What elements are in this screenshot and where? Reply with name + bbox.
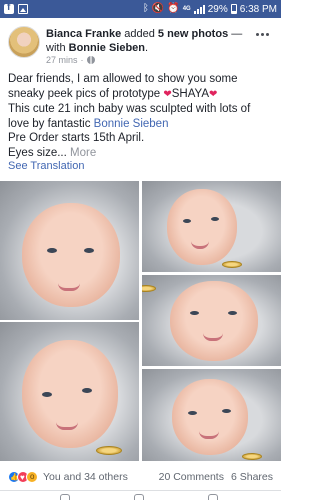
name-tag: SHAYA	[171, 87, 210, 100]
photo-5[interactable]	[142, 369, 281, 461]
post-body: Dear friends, I am allowed to show you s…	[8, 72, 273, 161]
facebook-notification-icon	[4, 2, 14, 14]
see-translation-link[interactable]: See Translation	[8, 160, 84, 172]
tagged-suffix: .	[145, 42, 149, 54]
watermark-logo	[222, 261, 242, 268]
photo-3[interactable]	[142, 181, 281, 272]
shares-count[interactable]: 6 Shares	[231, 471, 273, 483]
artist-link[interactable]: Bonnie Sieben	[94, 118, 169, 130]
photo-2[interactable]	[0, 322, 139, 461]
reaction-summary[interactable]: You and 34 others	[43, 471, 128, 483]
post-meta: 27 mins ·	[46, 55, 95, 65]
comments-count[interactable]: 20 Comments	[159, 471, 224, 483]
clock: 6:38 PM	[239, 3, 277, 15]
more-options-icon[interactable]	[253, 29, 271, 39]
post-author-line: Bianca Franke added 5 new photos — with …	[46, 27, 246, 55]
more-link[interactable]: More	[70, 147, 96, 159]
status-bar: ᛒ 🔇 ⏰ 4G 29% 6:38 PM	[0, 0, 281, 18]
wow-reaction-icon[interactable]	[26, 471, 38, 483]
network-type: 4G	[182, 6, 191, 12]
mute-icon: 🔇	[151, 3, 165, 14]
heart-icon: ❤	[209, 88, 218, 100]
comment-action-icon[interactable]	[134, 494, 144, 500]
watermark-logo	[96, 446, 122, 455]
avatar[interactable]	[8, 26, 40, 58]
image-notification-icon	[18, 4, 28, 14]
signal-icon	[193, 4, 205, 14]
battery-icon	[230, 4, 237, 14]
photo-grid	[0, 180, 281, 463]
tagged-user[interactable]: Bonnie Sieben	[69, 42, 145, 54]
post-header: Bianca Franke added 5 new photos — with …	[8, 26, 273, 68]
heart-icon: ❤	[163, 88, 172, 100]
body-line-4: Eyes size...	[8, 146, 67, 159]
photo-count-link[interactable]: 5 new photos	[158, 28, 228, 40]
share-action-icon[interactable]	[208, 494, 218, 500]
battery-percent: 29%	[207, 3, 228, 15]
photo-1[interactable]	[0, 181, 139, 320]
body-line-3: Pre Order starts 15th April.	[8, 132, 145, 145]
like-action-icon[interactable]	[60, 494, 70, 500]
action-text: added	[121, 28, 158, 40]
watermark-logo	[242, 453, 262, 460]
author-name[interactable]: Bianca Franke	[46, 28, 121, 40]
action-bar-peek	[0, 490, 281, 500]
bluetooth-icon: ᛒ	[142, 3, 149, 14]
alarm-icon: ⏰	[167, 3, 180, 14]
separator-dot: ·	[80, 55, 84, 65]
timestamp[interactable]: 27 mins	[46, 55, 78, 65]
globe-icon	[86, 56, 95, 64]
photo-4[interactable]	[142, 275, 281, 366]
reactions-bar: You and 34 others 20 Comments 6 Shares	[8, 469, 273, 485]
